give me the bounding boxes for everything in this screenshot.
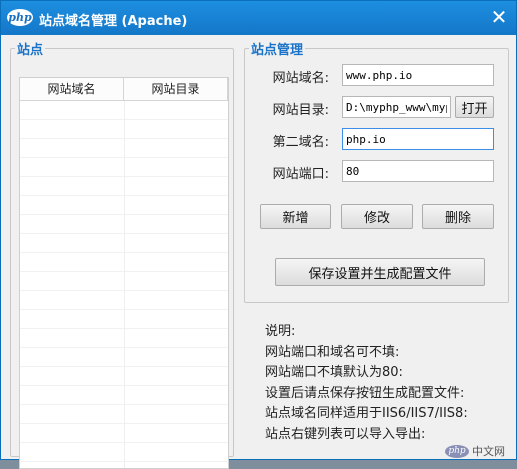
second-domain-input[interactable] (342, 128, 494, 150)
sites-list[interactable]: 网站域名 网站目录 (19, 77, 229, 469)
port-input[interactable] (342, 160, 494, 182)
column-header-domain[interactable]: 网站域名 (20, 78, 124, 100)
sites-group: 站点 网站域名 网站目录 (10, 39, 234, 469)
instruction-line: 站点域名同样适用于IIS6/IIS7/IIS8: (265, 406, 468, 421)
sites-list-header: 网站域名 网站目录 (20, 78, 228, 101)
instruction-line: 设置后请点保存按钮生成配置文件: (265, 385, 465, 401)
edit-button[interactable]: 修改 (341, 204, 413, 229)
close-icon[interactable]: ✕ (488, 6, 510, 28)
site-domain-manager-window: php 站点域名管理 (Apache) ✕ 站点 网站域名 网站目录 站点管理 … (0, 0, 517, 469)
window-title: 站点域名管理 (Apache) (39, 14, 188, 29)
add-button[interactable]: 新增 (260, 204, 331, 229)
column-header-directory[interactable]: 网站目录 (124, 78, 228, 100)
directory-label: 网站目录: (272, 103, 329, 118)
sites-list-body[interactable] (20, 101, 228, 468)
watermark-text: 中文网 (472, 445, 505, 458)
second-domain-label: 第二域名: (272, 135, 329, 150)
open-directory-button[interactable]: 打开 (455, 96, 494, 118)
port-label: 网站端口: (272, 167, 329, 182)
domain-input[interactable] (342, 64, 494, 86)
php-watermark-logo-icon: php (445, 444, 469, 458)
sites-legend: 站点 (17, 43, 44, 58)
instruction-line: 站点右键列表可以导入导出: (265, 426, 426, 442)
php-cn-watermark: php 中文网 (445, 442, 505, 460)
instruction-line: 网站端口和域名可不填: (265, 344, 400, 360)
site-management-legend: 站点管理 (251, 43, 304, 58)
delete-button[interactable]: 删除 (422, 204, 494, 229)
title-bar[interactable]: php 站点域名管理 (Apache) ✕ (1, 1, 516, 35)
directory-input[interactable] (342, 96, 451, 118)
instruction-line: 网站端口不填默认为80: (265, 365, 403, 380)
domain-label: 网站域名: (272, 71, 329, 86)
instructions-heading: 说明: (265, 324, 296, 339)
php-logo-icon: php (7, 9, 33, 26)
save-config-button[interactable]: 保存设置并生成配置文件 (275, 258, 485, 286)
instructions: 说明: 网站端口和域名可不填: 网站端口不填默认为80: 设置后请点保存按钮生成… (265, 322, 468, 445)
